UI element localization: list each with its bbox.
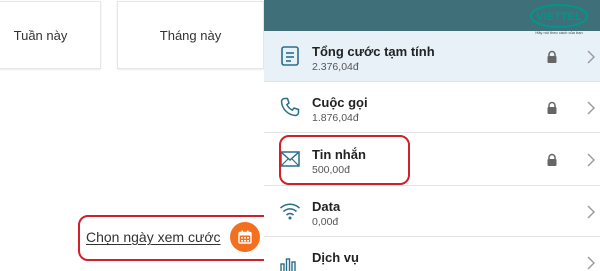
- charge-title: Dịch vụ: [312, 250, 359, 265]
- charge-row-calls[interactable]: Cuộc gọi 1.876,04đ: [264, 82, 600, 133]
- charge-amount: 1.876,04đ: [312, 112, 359, 124]
- brand-name: VIETTEL: [536, 11, 582, 23]
- this-week-button[interactable]: Tuần này: [0, 1, 101, 69]
- this-week-label: Tuần này: [13, 27, 68, 43]
- viettel-logo-mark: VIETTEL: [529, 3, 589, 29]
- messages-highlight: [279, 135, 410, 185]
- lock-icon: [547, 50, 557, 63]
- charge-amount: 0,00đ: [312, 216, 339, 228]
- charge-row-services[interactable]: Dịch vụ: [264, 237, 600, 271]
- charge-title: Tổng cước tạm tính: [312, 44, 435, 59]
- charge-row-data[interactable]: Data 0,00đ: [264, 186, 600, 237]
- chevron-right-icon: [587, 50, 595, 64]
- chevron-right-icon: [587, 256, 595, 270]
- calendar-button[interactable]: [230, 222, 260, 252]
- choose-date-link[interactable]: Chọn ngày xem cước: [86, 229, 221, 245]
- bar-chart-icon: [280, 258, 296, 271]
- chevron-right-icon: [587, 153, 595, 167]
- chevron-right-icon: [587, 205, 595, 219]
- this-month-label: Tháng này: [159, 27, 222, 43]
- lock-icon: [547, 101, 557, 114]
- viettel-logo: VIETTEL Hãy nói theo cách của bạn: [526, 3, 592, 41]
- charge-title: Data: [312, 199, 341, 214]
- calendar-icon: [238, 230, 252, 244]
- charge-title: Cuộc gọi: [312, 95, 368, 110]
- document-icon: [281, 46, 299, 66]
- charge-amount: 2.376,04đ: [312, 61, 359, 73]
- chevron-right-icon: [587, 101, 595, 115]
- phone-icon: [280, 97, 300, 117]
- this-month-button[interactable]: Tháng này: [117, 1, 264, 69]
- lock-icon: [547, 153, 557, 166]
- brand-tagline: Hãy nói theo cách của bạn: [535, 30, 583, 35]
- wifi-icon: [279, 203, 301, 220]
